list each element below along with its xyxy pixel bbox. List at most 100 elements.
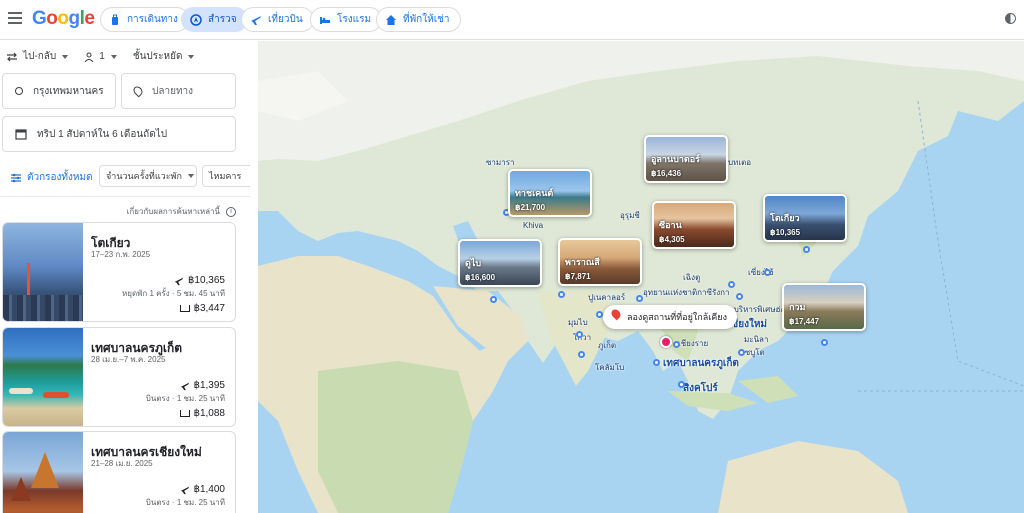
passengers-select[interactable]: 1: [84, 49, 117, 64]
destination-photo: กวม ฿17,447: [784, 285, 864, 329]
result-dates: 28 เม.ย.–7 พ.ค. 2025: [91, 355, 166, 364]
map-pin[interactable]: [490, 296, 497, 303]
tab-label: ที่พักให้เช่า: [403, 14, 450, 25]
all-filters-button[interactable]: ตัวกรองทั้งหมด: [10, 170, 93, 185]
map-pin[interactable]: [558, 291, 565, 298]
map-label: โคลัมโบ: [595, 363, 625, 372]
tab-hotels[interactable]: โรงแรม: [310, 7, 383, 32]
flight-price-value: ฿10,365: [188, 275, 225, 286]
location-pin-icon: [609, 307, 623, 321]
destination-name: พาราณสี: [565, 257, 600, 267]
destination-photo: [3, 432, 83, 513]
destination-name: โตเกียว: [770, 213, 800, 223]
interests-filter-button[interactable]: ไหมคาร: [202, 165, 250, 187]
tab-vacation-rentals[interactable]: ที่พักให้เช่า: [376, 7, 461, 32]
result-card[interactable]: เทศบาลนครเชียงใหม่ 21–28 เม.ย. 2025 ฿1,4…: [2, 431, 236, 513]
map-pin[interactable]: [678, 381, 685, 388]
hotel-price-value: ฿1,088: [193, 408, 225, 419]
origin-marker[interactable]: [660, 336, 672, 348]
dates-input[interactable]: ทริป 1 สัปดาห์ใน 6 เดือนถัดไป: [2, 116, 236, 152]
explore-map[interactable]: ซามารา Khiva อุรุมชี เฉิงตู เซี่ยงไฮ้ อุ…: [258, 41, 1024, 513]
map-pin[interactable]: [764, 269, 771, 276]
map-pin[interactable]: [803, 246, 810, 253]
menu-icon[interactable]: [8, 12, 22, 24]
flight-icon: [174, 277, 184, 285]
theme-toggle-icon[interactable]: [1005, 13, 1016, 24]
stops-filter-button[interactable]: จำนวนครั้งที่แวะพัก: [99, 165, 197, 187]
bed-icon: [179, 410, 190, 417]
cabin-class-select[interactable]: ชั้นประหยัด: [133, 49, 195, 64]
result-card[interactable]: เทศบาลนครภูเก็ต 28 เม.ย.–7 พ.ค. 2025 ฿1,…: [2, 327, 236, 427]
map-destination-card[interactable]: โตเกียว ฿10,365: [763, 194, 847, 242]
map-destination-card[interactable]: กวม ฿17,447: [782, 283, 866, 331]
hotel-icon: [319, 14, 331, 26]
search-panel: ไป-กลับ 1 ชั้นประหยัด กรุงเทพมหานคร ปลาย…: [0, 41, 250, 513]
destination-price: ฿10,365: [770, 228, 801, 237]
google-logo[interactable]: Google: [32, 8, 95, 30]
tab-explore[interactable]: สำรวจ: [181, 7, 248, 32]
flight-icon: [180, 486, 189, 494]
map-pin[interactable]: [596, 311, 603, 318]
map-destination-card[interactable]: ซีอาน ฿4,305: [652, 201, 736, 249]
flight-icon: [250, 14, 262, 26]
map-pin[interactable]: [738, 349, 745, 356]
map-pin[interactable]: [821, 339, 828, 346]
flight-price-value: ฿1,400: [193, 484, 225, 495]
tab-travel[interactable]: การเดินทาง: [100, 7, 189, 32]
flight-price: ฿10,365: [174, 275, 225, 286]
map-label: มะนิลา: [744, 335, 769, 344]
about-results[interactable]: เกี่ยวกับผลการค้นหาเหล่านี้ i: [127, 205, 236, 218]
map-pin[interactable]: [736, 293, 743, 300]
hotel-price-value: ฿3,447: [193, 303, 225, 314]
chevron-down-icon: [187, 174, 194, 178]
destination-photo: โตเกียว ฿10,365: [765, 196, 845, 240]
tab-label: เที่ยวบิน: [268, 14, 303, 25]
map-label: บทเตอ: [728, 158, 752, 167]
calendar-icon: [15, 129, 27, 140]
destination-photo: [3, 223, 83, 321]
filter-icon: [11, 173, 21, 182]
trip-type-select[interactable]: ไป-กลับ: [6, 49, 69, 64]
map-label: มุมไบ: [568, 318, 588, 327]
destination-price: ฿21,700: [515, 203, 546, 212]
destination-photo: พาราณสี ฿7,871: [560, 240, 640, 284]
info-icon: i: [226, 206, 236, 217]
map-pin[interactable]: [576, 331, 583, 338]
all-filters-label: ตัวกรองทั้งหมด: [27, 172, 93, 183]
flight-stops: หยุดพัก 1 ครั้ง · 5 ชม. 45 นาที: [121, 289, 225, 298]
map-destination-card[interactable]: พาราณสี ฿7,871: [558, 238, 642, 286]
map-destination-card[interactable]: อูลานบาตอร์ ฿16,436: [644, 135, 728, 183]
destination-name: กวม: [789, 302, 806, 312]
tab-label: โรงแรม: [337, 14, 372, 25]
map-pin[interactable]: [636, 295, 643, 302]
destination-price: ฿17,447: [789, 317, 820, 326]
map-label: สิงคโปร์: [683, 383, 718, 394]
search-options: ไป-กลับ 1 ชั้นประหยัด: [6, 49, 210, 64]
destination-price: ฿16,436: [651, 169, 682, 178]
map-pin[interactable]: [728, 281, 735, 288]
map-label: อุทยานแห่งชาติกาซีรังกา: [643, 288, 730, 297]
tab-flights[interactable]: เที่ยวบิน: [241, 7, 314, 32]
destination-name: ดูไบ: [465, 258, 482, 268]
flight-stops: บินตรง · 1 ชม. 25 นาที: [145, 394, 225, 403]
flight-icon: [180, 382, 189, 390]
map-label: ภูเก็ต: [598, 341, 617, 350]
destination-photo: ดูไบ ฿16,600: [460, 241, 540, 285]
result-card[interactable]: โตเกียว 17–23 ก.พ. 2025 ฿10,365 หยุดพัก …: [2, 222, 236, 322]
nearby-places-text: ลองดูสถานที่ที่อยู่ใกล้เคียง: [627, 312, 727, 322]
destination-price: ฿16,600: [465, 273, 496, 282]
flight-price-value: ฿1,395: [193, 380, 225, 391]
map-pin[interactable]: [578, 351, 585, 358]
map-destination-card[interactable]: ทาชเคนต์ ฿21,700: [508, 169, 592, 217]
origin-input[interactable]: กรุงเทพมหานคร: [2, 73, 116, 109]
map-label: เทศบาลนครภูเก็ต: [663, 358, 739, 369]
nearby-places-tooltip[interactable]: ลองดูสถานที่ที่อยู่ใกล้เคียง: [603, 305, 737, 329]
destination-name: ซีอาน: [659, 220, 682, 230]
about-results-label: เกี่ยวกับผลการค้นหาเหล่านี้: [126, 207, 220, 216]
result-dates: 17–23 ก.พ. 2025: [91, 250, 151, 259]
tab-label: การเดินทาง: [127, 14, 178, 25]
map-pin[interactable]: [673, 341, 680, 348]
destination-input[interactable]: ปลายทาง: [121, 73, 236, 109]
map-destination-card[interactable]: ดูไบ ฿16,600: [458, 239, 542, 287]
map-pin[interactable]: [653, 359, 660, 366]
